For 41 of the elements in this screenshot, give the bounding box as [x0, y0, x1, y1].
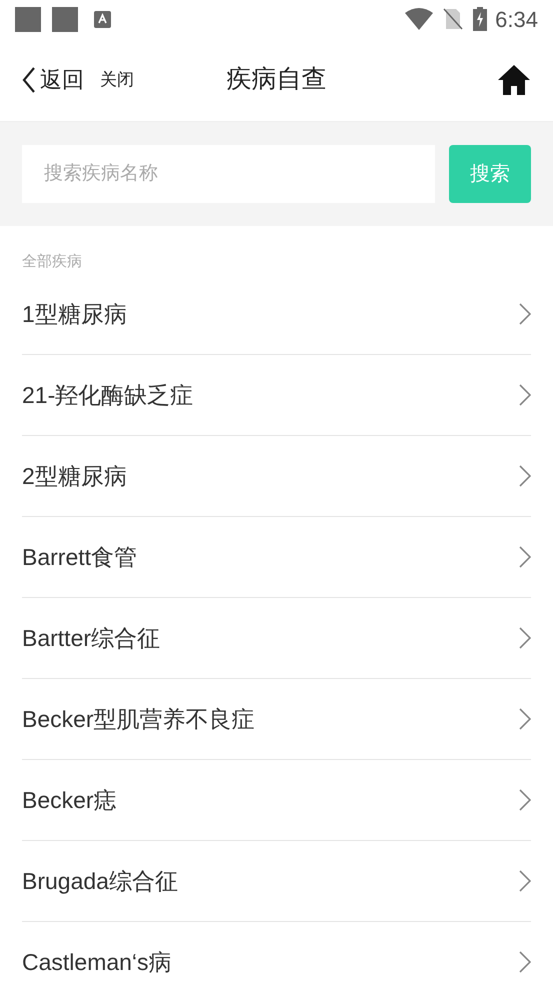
disease-name: Castleman‘s病 [22, 948, 173, 977]
keyboard-icon [94, 10, 111, 28]
back-chevron-icon [22, 66, 36, 92]
section-label: 全部疾病 [22, 253, 82, 270]
page-title: 疾病自查 [226, 64, 326, 95]
disease-name: 2型糖尿病 [22, 462, 128, 491]
disease-list-item[interactable]: Brugada综合征 [22, 841, 531, 922]
chevron-right-icon [519, 789, 531, 811]
disease-name: Becker型肌营养不良症 [22, 704, 256, 734]
chevron-right-icon [519, 384, 531, 406]
chevron-right-icon [519, 951, 531, 973]
disease-list-item[interactable]: 1型糖尿病 [22, 274, 531, 355]
chevron-right-icon [519, 627, 531, 649]
disease-list-item[interactable]: Castleman‘s病 [22, 922, 531, 983]
chevron-right-icon [519, 303, 531, 325]
disease-name: Bartter综合征 [22, 624, 162, 653]
chevron-right-icon [519, 708, 531, 730]
search-field[interactable]: 搜索疾病名称 [22, 145, 435, 203]
home-icon[interactable] [497, 64, 531, 96]
notification-icon [52, 6, 78, 32]
battery-icon [473, 7, 488, 31]
disease-list-item[interactable]: Becker痣 [22, 760, 531, 841]
disease-name: 21-羟化酶缺乏症 [22, 380, 194, 410]
disease-name: Becker痣 [22, 786, 118, 815]
close-button[interactable]: 关闭 [100, 66, 134, 92]
back-button[interactable]: 返回 [22, 63, 84, 96]
disease-list-item[interactable]: 21-羟化酶缺乏症 [22, 355, 531, 436]
chevron-right-icon [519, 870, 531, 892]
disease-name: Barrett食管 [22, 542, 138, 572]
chevron-right-icon [519, 465, 531, 487]
disease-name: 1型糖尿病 [22, 300, 128, 329]
no-sim-icon [443, 8, 464, 30]
chevron-right-icon [519, 546, 531, 568]
disease-list-item[interactable]: Becker型肌营养不良症 [22, 679, 531, 760]
notification-icon [15, 6, 41, 32]
disease-list-item[interactable]: Bartter综合征 [22, 598, 531, 679]
disease-list-item[interactable]: Barrett食管 [22, 517, 531, 598]
status-time: 6:34 [495, 6, 538, 34]
wifi-icon [405, 8, 434, 30]
disease-name: Brugada综合征 [22, 866, 179, 896]
disease-list-item[interactable]: 2型糖尿病 [22, 436, 531, 517]
